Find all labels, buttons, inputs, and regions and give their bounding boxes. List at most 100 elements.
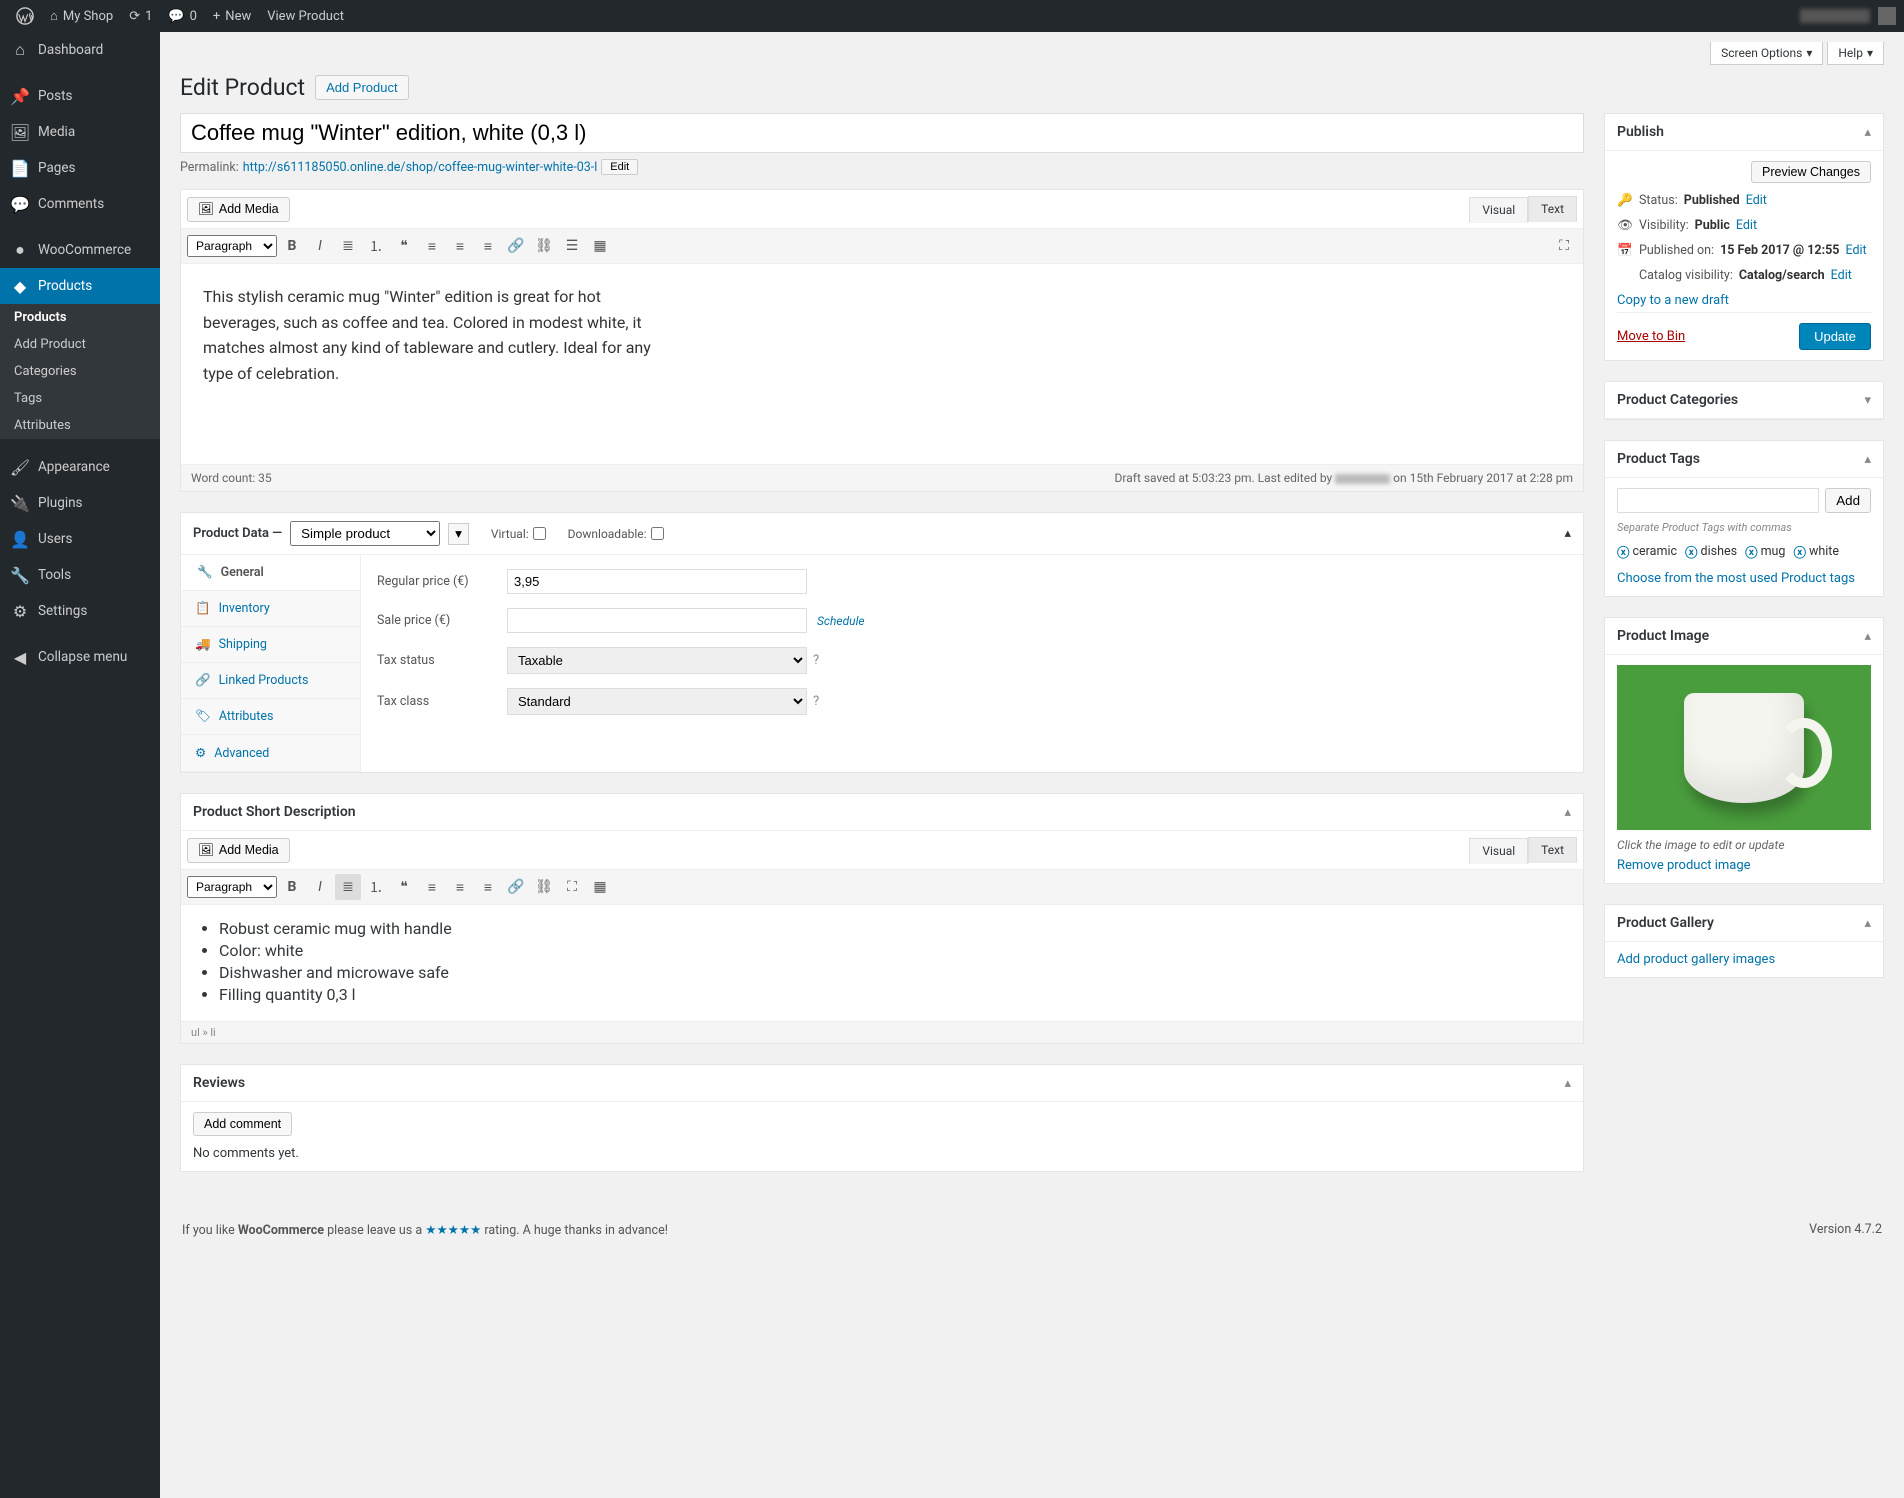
virtual-checkbox[interactable]	[533, 527, 546, 540]
preview-changes-button[interactable]: Preview Changes	[1751, 161, 1871, 183]
bullet-list-button[interactable]: ≣	[335, 233, 361, 259]
remove-tag-icon[interactable]: ⓧ	[1685, 542, 1698, 561]
remove-tag-icon[interactable]: ⓧ	[1793, 542, 1806, 561]
add-product-button[interactable]: Add Product	[315, 75, 409, 100]
align-right-button[interactable]: ≡	[475, 233, 501, 259]
editor-content-area[interactable]: This stylish ceramic mug "Winter" editio…	[181, 264, 701, 464]
tax-class-select[interactable]: Standard	[507, 688, 807, 715]
edit-catalog-link[interactable]: Edit	[1831, 268, 1852, 283]
italic-button[interactable]: I	[307, 233, 333, 259]
menu-products[interactable]: ◆Products	[0, 268, 160, 304]
updates-link[interactable]: ⟳1	[121, 0, 160, 32]
submenu-products-list[interactable]: Products	[0, 304, 160, 331]
menu-pages[interactable]: 📄Pages	[0, 150, 160, 186]
toggle-icon[interactable]	[1864, 125, 1871, 140]
product-type-dropdown-button[interactable]: ▾	[448, 523, 469, 545]
help-icon[interactable]: ?	[813, 653, 819, 668]
tag-input[interactable]	[1617, 488, 1819, 513]
submenu-add-product[interactable]: Add Product	[0, 331, 160, 358]
pd-tab-shipping[interactable]: 🚚Shipping	[181, 627, 360, 663]
toolbar-toggle-button[interactable]: ▦	[587, 874, 613, 900]
edit-date-link[interactable]: Edit	[1845, 243, 1866, 258]
toggle-icon[interactable]	[1864, 393, 1871, 408]
unlink-button[interactable]: ⛓	[531, 874, 557, 900]
tax-status-select[interactable]: Taxable	[507, 647, 807, 674]
product-image-thumbnail[interactable]	[1617, 665, 1871, 830]
add-gallery-images-link[interactable]: Add product gallery images	[1617, 952, 1775, 967]
italic-button[interactable]: I	[307, 874, 333, 900]
fullscreen-button[interactable]: ⛶	[559, 874, 585, 900]
menu-users[interactable]: 👤Users	[0, 521, 160, 557]
editor-text-tab[interactable]: Text	[1528, 196, 1577, 222]
pd-tab-linked[interactable]: 🔗Linked Products	[181, 663, 360, 699]
help-tab[interactable]: Help ▾	[1827, 42, 1884, 65]
permalink-link[interactable]: http://s611185050.online.de/shop/coffee-…	[243, 160, 598, 175]
regular-price-input[interactable]	[507, 569, 807, 594]
bullet-list-button[interactable]: ≣	[335, 874, 361, 900]
menu-collapse[interactable]: ◀Collapse menu	[0, 639, 160, 675]
fullscreen-button[interactable]: ⛶	[1551, 233, 1577, 259]
blockquote-button[interactable]: ❝	[391, 874, 417, 900]
bold-button[interactable]: B	[279, 233, 305, 259]
screen-options-tab[interactable]: Screen Options ▾	[1710, 42, 1823, 65]
edit-visibility-link[interactable]: Edit	[1736, 218, 1757, 233]
add-comment-button[interactable]: Add comment	[193, 1112, 292, 1136]
remove-tag-icon[interactable]: ⓧ	[1745, 542, 1758, 561]
menu-appearance[interactable]: 🖌Appearance	[0, 449, 160, 485]
link-button[interactable]: 🔗	[503, 233, 529, 259]
site-name-link[interactable]: ⌂My Shop	[42, 0, 121, 32]
readmore-button[interactable]: ☰	[559, 233, 585, 259]
remove-tag-icon[interactable]: ⓧ	[1617, 542, 1630, 561]
menu-dashboard[interactable]: ⌂Dashboard	[0, 32, 160, 68]
toggle-icon[interactable]	[1564, 1076, 1571, 1091]
align-left-button[interactable]: ≡	[419, 233, 445, 259]
menu-media[interactable]: 🖼Media	[0, 114, 160, 150]
comments-link[interactable]: 💬0	[160, 0, 205, 32]
paragraph-select[interactable]: Paragraph	[187, 876, 277, 898]
copy-draft-link[interactable]: Copy to a new draft	[1617, 293, 1871, 308]
toggle-icon[interactable]	[1864, 452, 1871, 467]
rating-link[interactable]: ★★★★★	[425, 1223, 481, 1238]
blockquote-button[interactable]: ❝	[391, 233, 417, 259]
schedule-link[interactable]: Schedule	[817, 614, 865, 628]
pd-tab-general[interactable]: 🔧General	[181, 555, 360, 591]
menu-settings[interactable]: ⚙Settings	[0, 593, 160, 629]
pd-tab-attributes[interactable]: 🏷Attributes	[181, 699, 360, 735]
short-desc-add-media-button[interactable]: 🖼Add Media	[187, 838, 290, 863]
add-tag-button[interactable]: Add	[1825, 488, 1871, 513]
new-content[interactable]: +New	[205, 0, 259, 32]
update-button[interactable]: Update	[1799, 323, 1871, 350]
paragraph-select[interactable]: Paragraph	[187, 235, 277, 257]
add-media-button[interactable]: 🖼Add Media	[187, 197, 290, 222]
numbered-list-button[interactable]: ⒈	[363, 233, 389, 259]
numbered-list-button[interactable]: ⒈	[363, 874, 389, 900]
menu-woocommerce[interactable]: ●WooCommerce	[0, 232, 160, 268]
edit-status-link[interactable]: Edit	[1746, 193, 1767, 208]
wp-logo[interactable]	[8, 0, 42, 32]
permalink-edit-button[interactable]: Edit	[601, 159, 638, 175]
view-product-link[interactable]: View Product	[259, 0, 352, 32]
menu-tools[interactable]: 🔧Tools	[0, 557, 160, 593]
sale-price-input[interactable]	[507, 608, 807, 633]
toggle-icon[interactable]	[1864, 629, 1871, 644]
downloadable-checkbox[interactable]	[651, 527, 664, 540]
toggle-icon[interactable]	[1864, 916, 1871, 931]
submenu-attributes[interactable]: Attributes	[0, 412, 160, 439]
short-desc-content-area[interactable]: Robust ceramic mug with handleColor: whi…	[181, 905, 1583, 1021]
align-left-button[interactable]: ≡	[419, 874, 445, 900]
submenu-categories[interactable]: Categories	[0, 358, 160, 385]
align-center-button[interactable]: ≡	[447, 874, 473, 900]
link-button[interactable]: 🔗	[503, 874, 529, 900]
user-avatar[interactable]	[1878, 7, 1896, 25]
menu-plugins[interactable]: 🔌Plugins	[0, 485, 160, 521]
pd-tab-advanced[interactable]: ⚙Advanced	[181, 735, 360, 772]
toggle-icon[interactable]	[1564, 526, 1571, 541]
short-desc-visual-tab[interactable]: Visual	[1469, 838, 1528, 864]
toggle-icon[interactable]	[1564, 805, 1571, 820]
submenu-tags[interactable]: Tags	[0, 385, 160, 412]
help-icon[interactable]: ?	[813, 694, 819, 709]
pd-tab-inventory[interactable]: 📋Inventory	[181, 591, 360, 627]
remove-image-link[interactable]: Remove product image	[1617, 858, 1751, 873]
product-title-input[interactable]	[180, 113, 1584, 153]
align-right-button[interactable]: ≡	[475, 874, 501, 900]
